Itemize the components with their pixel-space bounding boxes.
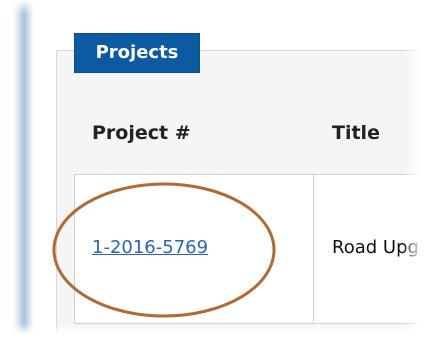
column-header-project-number[interactable]: Project # xyxy=(92,92,191,174)
window-edge xyxy=(0,0,34,337)
column-header-title[interactable]: Title xyxy=(332,92,380,174)
table-header: Project # Title xyxy=(74,92,427,174)
bottom-fade xyxy=(0,323,427,337)
right-fade xyxy=(403,0,427,337)
project-number-link[interactable]: 1-2016-5769 xyxy=(92,237,208,258)
column-divider xyxy=(313,175,314,325)
table-row: 1-2016-5769 Road Upg xyxy=(74,174,427,325)
tab-projects[interactable]: Projects xyxy=(74,33,200,73)
screenshot-stage: Projects Project # Title 1-2016-5769 Roa… xyxy=(0,0,427,337)
top-fade xyxy=(0,0,427,14)
